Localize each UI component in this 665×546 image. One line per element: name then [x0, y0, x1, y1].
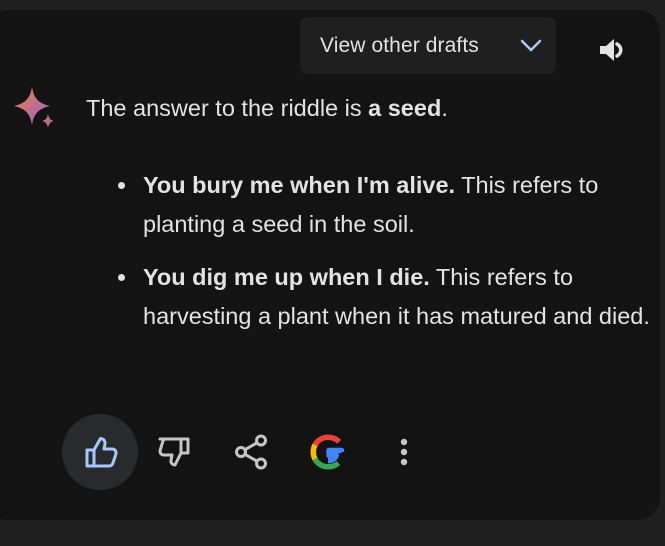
speaker-icon[interactable]: [597, 34, 629, 66]
view-other-drafts-button[interactable]: View other drafts: [300, 17, 556, 74]
bullet-bold-text: You dig me up when I die.: [143, 264, 430, 290]
response-intro: The answer to the riddle is a seed.: [86, 92, 448, 124]
bullet-item: You dig me up when I die. This refers to…: [118, 258, 658, 335]
thumbs-down-button[interactable]: [137, 414, 213, 490]
view-other-drafts-label: View other drafts: [320, 33, 479, 57]
google-search-button[interactable]: [290, 414, 366, 490]
google-g-icon: [310, 434, 345, 470]
bullet-bold-text: You bury me when I'm alive.: [143, 172, 456, 198]
share-button[interactable]: [214, 414, 290, 490]
response-intro-suffix: .: [441, 95, 448, 121]
response-answer: a seed: [368, 95, 442, 121]
thumbs-up-icon: [85, 437, 118, 468]
bullet-dot: [118, 274, 125, 281]
more-vertical-icon: [400, 438, 408, 466]
bullet-dot: [118, 182, 125, 189]
bullet-item: You bury me when I'm alive. This refers …: [118, 166, 658, 243]
share-icon: [235, 434, 267, 470]
more-options-button[interactable]: [366, 414, 442, 490]
thumbs-down-icon: [158, 437, 190, 467]
gemini-sparkle-icon: [14, 87, 54, 128]
response-bullet-list: You bury me when I'm alive. This refers …: [118, 166, 658, 335]
thumbs-up-button[interactable]: [62, 414, 138, 490]
chevron-down-icon: [520, 39, 542, 52]
response-intro-text: The answer to the riddle is: [86, 95, 369, 121]
